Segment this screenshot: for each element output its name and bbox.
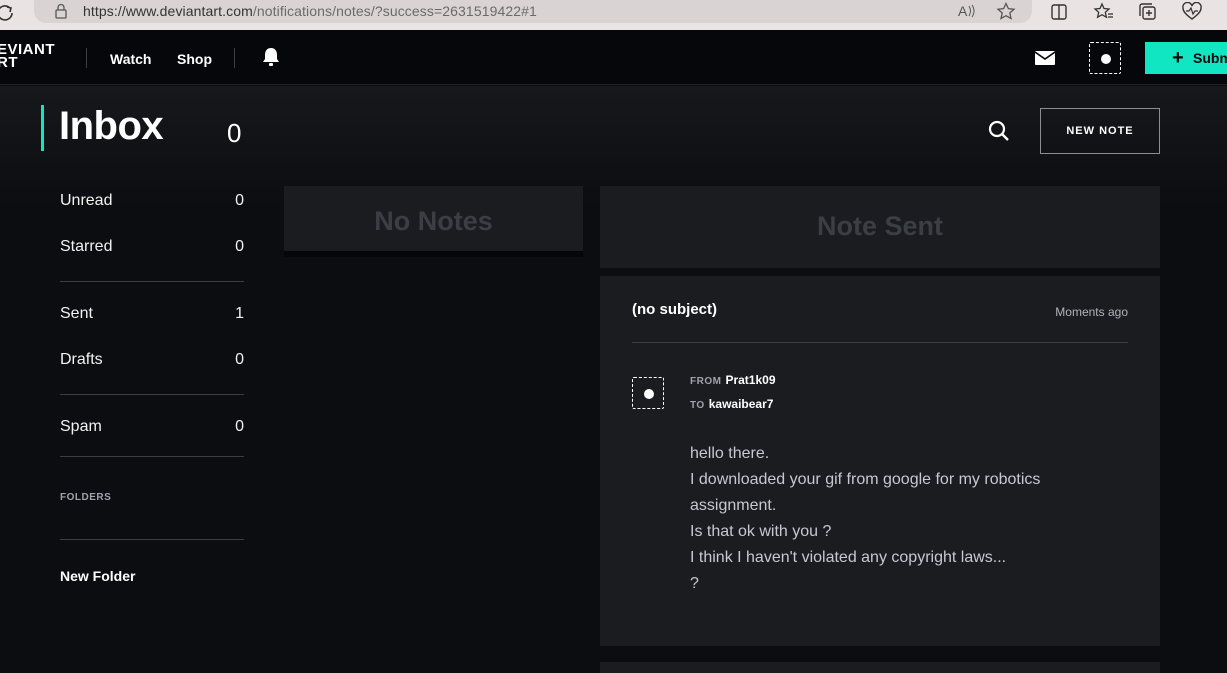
bell-icon[interactable] (261, 47, 281, 67)
note-line: Is that ok with you ? (690, 523, 832, 540)
lock-icon[interactable] (54, 3, 68, 19)
favorite-star-icon[interactable] (996, 2, 1016, 20)
notes-list-empty: No Notes (284, 186, 583, 257)
top-navigation: EVIANT RT Watch Shop + Subm (0, 30, 1227, 85)
sidebar-divider (60, 539, 244, 540)
submit-label: Subm (1193, 50, 1227, 66)
sidebar-item-drafts[interactable]: Drafts 0 (60, 351, 244, 375)
sidebar-divider (60, 456, 244, 457)
note-sent-banner: Note Sent (600, 186, 1160, 268)
url-text[interactable]: https://www.deviantart.com/notifications… (83, 3, 537, 19)
sidebar-item-label: Unread (60, 192, 113, 209)
sidebar-divider (60, 281, 244, 282)
sidebar-item-label: Starred (60, 238, 113, 255)
nav-divider (234, 48, 235, 68)
from-username-link[interactable]: Prat1k09 (725, 373, 775, 387)
sidebar-item-label: Sent (60, 305, 93, 322)
url-path: /notifications/notes/?success=2631519422… (252, 3, 537, 19)
to-label: TO (690, 400, 705, 411)
deviantart-logo[interactable]: EVIANT RT (0, 42, 55, 70)
favorites-icon[interactable] (1093, 2, 1115, 22)
note-line: ? (690, 575, 699, 592)
nav-shop-link[interactable]: Shop (177, 51, 212, 67)
read-aloud-icon[interactable]: A (956, 2, 976, 20)
sidebar-item-spam[interactable]: Spam 0 (60, 418, 244, 442)
mail-icon[interactable] (1035, 50, 1055, 66)
sidebar-item-count: 1 (235, 305, 244, 322)
sidebar-item-sent[interactable]: Sent 1 (60, 305, 244, 329)
from-label: FROM (690, 376, 722, 387)
new-folder-button[interactable]: New Folder (60, 568, 135, 584)
split-screen-icon[interactable] (1048, 2, 1070, 22)
next-panel (600, 662, 1160, 673)
sender-avatar[interactable] (632, 377, 664, 409)
note-body: hello there. I downloaded your gif from … (690, 441, 1110, 597)
sidebar-item-label: Drafts (60, 351, 103, 368)
note-divider (632, 342, 1128, 343)
svg-text:A: A (958, 3, 968, 19)
note-timestamp: Moments ago (1055, 305, 1128, 319)
browser-toolbar: https://www.deviantart.com/notifications… (0, 0, 1227, 30)
note-line: I think I haven't violated any copyright… (690, 549, 1007, 566)
sidebar-divider (60, 394, 244, 395)
nav-divider (86, 48, 87, 68)
sidebar-item-count: 0 (235, 192, 244, 209)
collections-icon[interactable] (1137, 2, 1159, 22)
note-sent-text: Note Sent (816, 211, 943, 241)
note-line: I downloaded your gif from google for my… (690, 471, 1041, 514)
note-detail: (no subject) Moments ago FROM Prat1k09 TO… (600, 276, 1160, 646)
browser-health-icon[interactable] (1181, 2, 1203, 22)
url-host: https://www.deviantart.com (83, 3, 253, 19)
reload-icon[interactable] (0, 3, 16, 23)
inbox-accent-bar (41, 105, 44, 151)
sidebar-item-count: 0 (235, 418, 244, 435)
nav-watch-link[interactable]: Watch (110, 51, 151, 67)
note-subject: (no subject) (632, 301, 717, 318)
address-bar[interactable]: https://www.deviantart.com/notifications… (34, 0, 1032, 23)
plus-icon: + (1172, 47, 1184, 69)
notes-page: Inbox 0 NEW NOTE Unread 0 Starred 0 Sent… (0, 86, 1227, 673)
note-line: hello there. (690, 445, 770, 462)
search-icon[interactable] (988, 120, 1010, 142)
sidebar-item-count: 0 (235, 351, 244, 368)
sidebar-item-unread[interactable]: Unread 0 (60, 192, 244, 216)
avatar-face-icon (644, 389, 654, 399)
empty-state-text: No Notes (374, 206, 493, 236)
sidebar-item-label: Spam (60, 418, 102, 435)
folders-heading: FOLDERS (60, 492, 112, 503)
inbox-count: 0 (227, 118, 242, 148)
note-from: FROM Prat1k09 (690, 373, 776, 387)
note-to: TO kawaibear7 (690, 397, 773, 411)
new-note-button[interactable]: NEW NOTE (1040, 108, 1160, 154)
to-username-link[interactable]: kawaibear7 (709, 397, 774, 411)
avatar-face-icon (1101, 54, 1111, 64)
user-avatar[interactable] (1089, 42, 1121, 74)
submit-button[interactable]: + Subm (1145, 42, 1227, 74)
page-title: Inbox (59, 104, 164, 148)
sidebar-item-count: 0 (235, 238, 244, 255)
sidebar-item-starred[interactable]: Starred 0 (60, 238, 244, 262)
